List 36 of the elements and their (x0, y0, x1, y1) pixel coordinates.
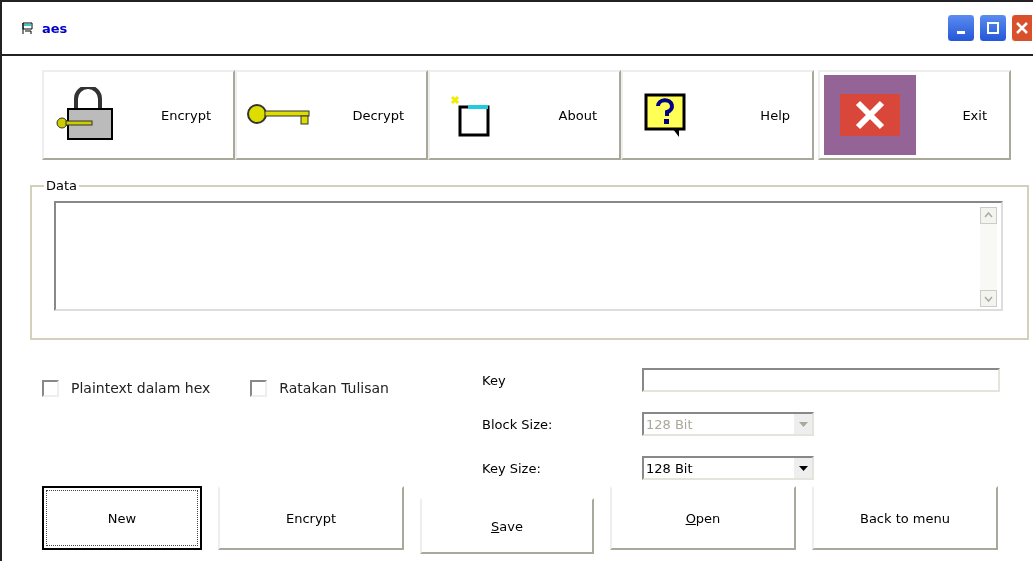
minimize-button[interactable] (947, 14, 975, 42)
push-button[interactable]: Open (610, 486, 796, 550)
checkbox[interactable] (42, 380, 59, 397)
scroll-up-icon (980, 207, 997, 224)
close-icon (1015, 21, 1029, 35)
close-icon (840, 94, 900, 136)
maximize-icon (986, 21, 1000, 35)
toolbar-button[interactable]: About (428, 70, 621, 160)
scrollbar[interactable] (980, 207, 997, 307)
window-title: aes (42, 20, 68, 36)
key-input-field[interactable] (642, 368, 1000, 392)
data-textarea[interactable] (54, 201, 1003, 311)
checkbox[interactable] (250, 380, 268, 397)
field-label: Key (482, 372, 507, 388)
window-icon (22, 21, 36, 35)
toolbar-button[interactable]: Help (621, 70, 814, 160)
toolbar-button[interactable]: Decrypt (235, 70, 428, 160)
push-button[interactable]: Back to menu (812, 486, 998, 550)
push-button[interactable]: Save (420, 498, 594, 554)
dropdown-arrow-icon (798, 465, 808, 471)
field-label: Block Size: (482, 416, 554, 432)
help-icon (643, 92, 689, 138)
toolbar-button[interactable]: Exit (818, 70, 1011, 160)
checkbox-label: Ratakan Tulisan (279, 380, 389, 396)
dropdown-arrow-icon (798, 421, 808, 427)
scroll-down-icon (980, 290, 997, 307)
push-button[interactable]: New (42, 486, 202, 550)
close-button[interactable] (1011, 14, 1033, 42)
group-label: Data (45, 178, 79, 193)
maximize-button[interactable] (979, 14, 1007, 42)
field-label: Key Size: (482, 460, 542, 476)
toolbar-button[interactable]: Encrypt (42, 70, 235, 160)
checkbox-label: Plaintext dalam hex (71, 380, 211, 396)
push-button[interactable]: Encrypt (218, 486, 404, 550)
key-size-dropdown[interactable]: 128 Bit (642, 456, 814, 480)
minimize-icon (957, 30, 965, 34)
